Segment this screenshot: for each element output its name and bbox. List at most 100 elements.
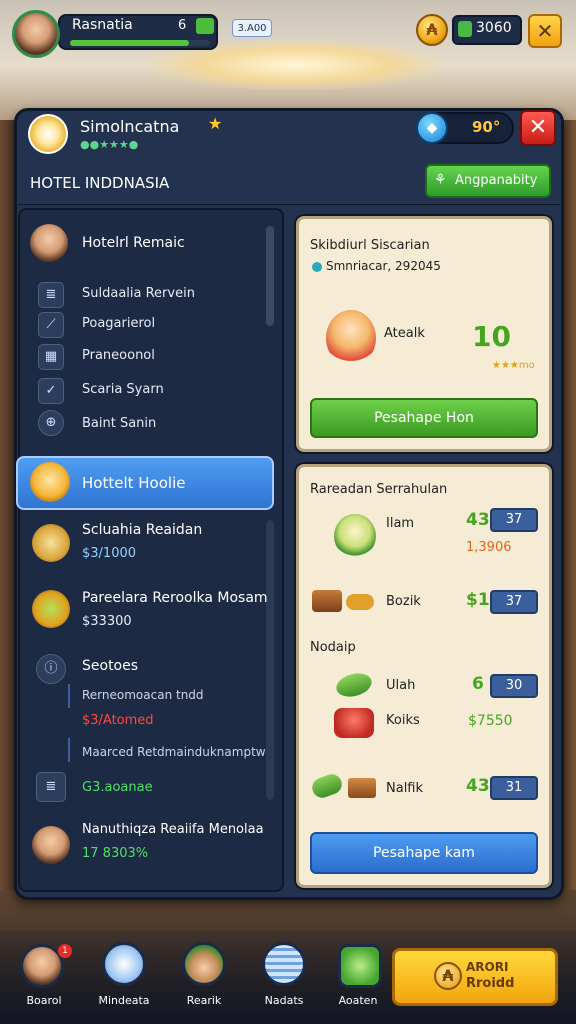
section-line: Maarced Retdmainduknamptw xyxy=(82,745,266,759)
hotel-host-icon xyxy=(30,462,70,502)
card-title: Skibdiurl Siscarian xyxy=(310,238,430,253)
timeline-line xyxy=(68,738,70,762)
hire-button[interactable]: Pesahape Hon xyxy=(310,398,538,438)
item-qty: 43 xyxy=(466,776,490,796)
item-badge[interactable]: 37 xyxy=(490,508,538,532)
nav-label: Rearik xyxy=(186,994,222,1007)
gem-icon: ◆ xyxy=(416,112,448,144)
store-icon[interactable] xyxy=(102,942,146,986)
gem-amount: 90° xyxy=(472,118,501,136)
item-qty: 43 xyxy=(466,510,490,530)
staff-character-icon xyxy=(326,310,376,366)
list-item[interactable]: Praneoonol xyxy=(82,348,155,363)
section-line-warning: $3/Atomed xyxy=(82,713,154,728)
item-badge[interactable]: 31 xyxy=(490,776,538,800)
item-qty: 6 xyxy=(472,674,484,694)
entry-title[interactable]: Nanuthiqza Reaiifa Menolaa xyxy=(82,822,264,837)
nav-label: Boarol xyxy=(26,994,62,1007)
hotel-name: HOTEL INDDNASIA xyxy=(30,174,170,192)
rewards-line1: ARORI xyxy=(466,960,509,974)
card-subtitle: Smnriacar, 292045 xyxy=(326,259,441,273)
plant-icon[interactable] xyxy=(338,944,382,988)
item-badge[interactable]: 37 xyxy=(490,590,538,614)
section-title: Seotoes xyxy=(82,658,139,674)
scrollbar-top[interactable] xyxy=(266,226,274,326)
tools-icon xyxy=(346,594,374,610)
player-avatar[interactable] xyxy=(12,10,60,58)
level-chip-icon xyxy=(196,18,214,34)
item-name: Ulah xyxy=(386,678,416,693)
scrollbar-bottom[interactable] xyxy=(266,520,274,800)
entry-value: $3/1000 xyxy=(82,546,137,561)
car-icon xyxy=(334,708,374,738)
crate-icon xyxy=(348,778,376,798)
item-qty: $1 xyxy=(466,590,490,610)
close-icon[interactable]: ✕ xyxy=(528,14,562,48)
food-icon xyxy=(32,590,70,628)
footer-value: G3.aoanae xyxy=(82,780,153,795)
item-name: Ilam xyxy=(386,516,415,531)
xp-bar xyxy=(70,40,210,46)
rating-stars: ★★★mo xyxy=(492,360,535,371)
card-title: Rareadan Serrahulan xyxy=(310,482,448,497)
panel-title: Simolncatna xyxy=(80,117,180,136)
nav-label: Aoaten xyxy=(338,994,378,1007)
coin-icon: ₳ xyxy=(434,962,462,990)
list-item[interactable]: Scaria Syarn xyxy=(82,382,164,397)
section-label: Nodaip xyxy=(310,640,356,655)
cash-icon xyxy=(458,21,472,37)
globe-icon: ⊕ xyxy=(38,410,64,436)
character-name: Atealk xyxy=(384,326,425,341)
entry-value: $33300 xyxy=(82,614,132,629)
energy-counter[interactable]: 3.A00 xyxy=(232,19,272,37)
list-item[interactable]: Suldaalia Rervein xyxy=(82,286,195,301)
list-header-item[interactable]: Hotelrl Remaic xyxy=(82,235,185,251)
check-icon: ✓ xyxy=(38,378,64,404)
blinds-icon[interactable] xyxy=(262,942,306,986)
entry-title[interactable]: Pareelara Reroolka Mosam xyxy=(82,590,268,606)
rewards-line2: Rroidd xyxy=(466,976,515,991)
item-price: $7550 xyxy=(468,713,513,729)
hotel-logo-icon xyxy=(28,114,68,154)
item-extra: 1,3906 xyxy=(466,540,512,555)
document-icon: ≣ xyxy=(36,772,66,802)
wood-icon xyxy=(312,590,342,612)
item-name: Koiks xyxy=(386,713,420,728)
notification-badge: 1 xyxy=(58,944,72,958)
item-badge[interactable]: 30 xyxy=(490,674,538,698)
list-item[interactable]: Baint Sanin xyxy=(82,416,156,431)
divider xyxy=(18,204,560,205)
staff-score: 10 xyxy=(472,320,511,353)
nav-label: Nadats xyxy=(264,994,304,1007)
mask-icon xyxy=(32,524,70,562)
xp-bar-fill xyxy=(70,40,189,46)
sprout-icon: ⚘ xyxy=(434,172,447,188)
avatar xyxy=(32,826,70,864)
list-item[interactable]: Poagarierol xyxy=(82,316,155,331)
entry-value: 17 8303% xyxy=(82,846,149,861)
document-icon: ≣ xyxy=(38,282,64,308)
building-icon: ▦ xyxy=(38,344,64,370)
entry-title[interactable]: Scluahia Reaidan xyxy=(82,522,202,538)
star-icon: ★ xyxy=(208,114,223,133)
chef-hat-icon[interactable] xyxy=(182,942,226,986)
chef-icon xyxy=(334,514,376,558)
item-name: Bozik xyxy=(386,594,421,609)
cash-amount: 3060 xyxy=(476,20,512,36)
purchase-button[interactable]: Pesahape kam xyxy=(310,832,538,874)
avatar xyxy=(30,224,68,262)
top-bar: Rasnatia 6 3.A00 ₳ 3060 ✕ xyxy=(0,0,576,62)
status-dot-icon xyxy=(312,262,322,272)
section-line: Rerneomoacan tndd xyxy=(82,688,204,702)
selected-item-label: Hottelt Hoolie xyxy=(82,474,186,492)
player-name: Rasnatia xyxy=(72,17,133,33)
info-icon: ⓘ xyxy=(36,654,66,684)
panel-close-button[interactable]: ✕ xyxy=(520,110,556,146)
item-name: Nalfik xyxy=(386,781,424,796)
player-level: 6 xyxy=(178,18,187,33)
coin-icon[interactable]: ₳ xyxy=(416,14,448,46)
nav-label: Mindeata xyxy=(98,994,150,1007)
timeline-line xyxy=(68,684,70,708)
panel-subtitle: ●●★★★● xyxy=(80,138,139,151)
wrench-icon: ⟋ xyxy=(38,312,64,338)
